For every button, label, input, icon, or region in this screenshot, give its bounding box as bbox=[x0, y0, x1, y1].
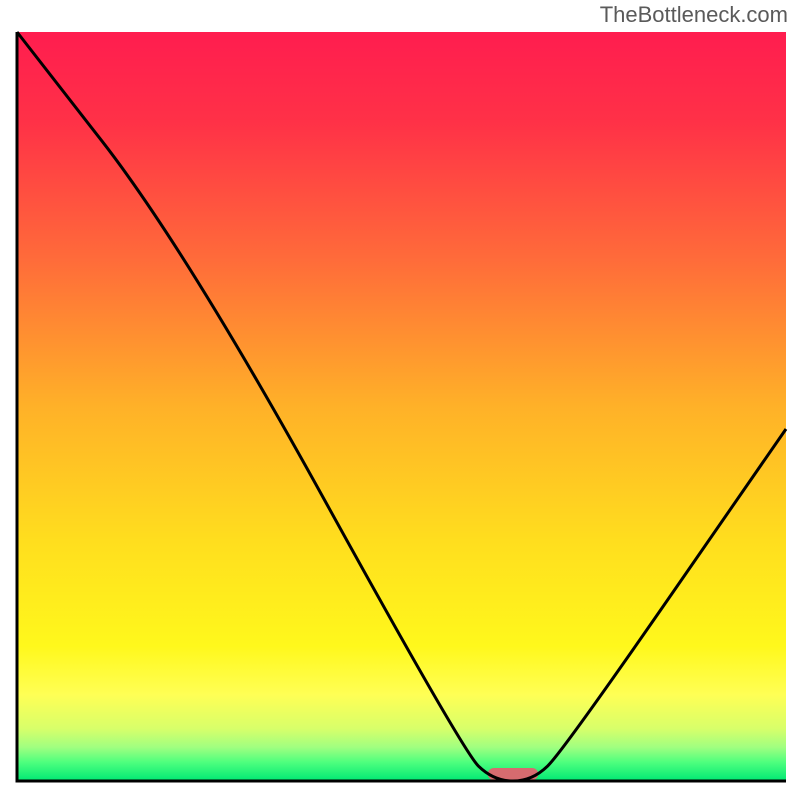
chart-svg bbox=[13, 30, 788, 785]
gradient-background bbox=[17, 32, 786, 781]
attribution-text: TheBottleneck.com bbox=[600, 2, 788, 28]
bottleneck-chart bbox=[13, 30, 788, 785]
